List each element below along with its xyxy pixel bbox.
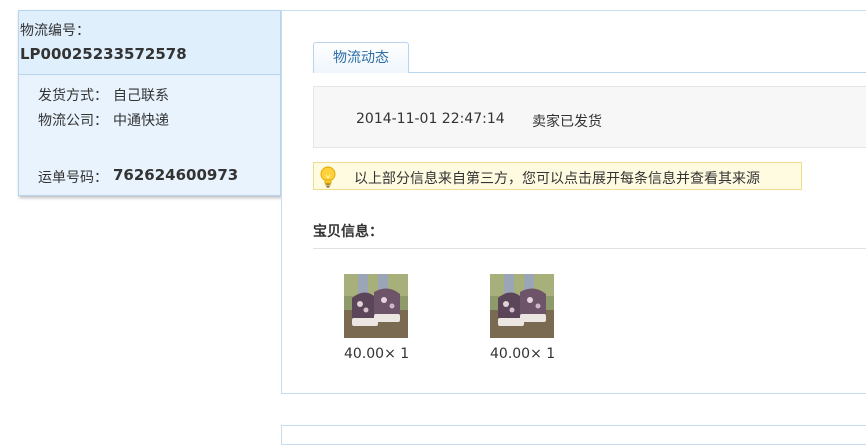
logistics-number-value: LP00025233572578 (20, 45, 187, 63)
event-time: 2014-11-01 22:47:14 (356, 111, 505, 127)
waybill-number-value[interactable]: 762624600973 (113, 166, 238, 184)
next-panel-edge (281, 425, 866, 445)
courier-company-value: 中通快递 (113, 113, 169, 129)
lightbulb-icon (319, 166, 337, 192)
tab-logistics-tracking[interactable]: 物流动态 (313, 42, 409, 73)
product-thumbnail[interactable] (490, 274, 554, 338)
waybill-number-label: 运单号码： (38, 170, 108, 186)
tracking-event-row[interactable]: 2014-11-01 22:47:14 卖家已发货 (313, 86, 866, 148)
product-divider (313, 248, 866, 249)
courier-company-label: 物流公司： (38, 113, 108, 129)
product-thumbnail[interactable] (344, 274, 408, 338)
product-item[interactable]: 40.00× 1 (490, 274, 555, 362)
ship-method-value: 自己联系 (113, 88, 169, 104)
third-party-notice: 以上部分信息来自第三方，您可以点击展开每条信息并查看其来源 (313, 162, 802, 190)
event-status: 卖家已发货 (532, 114, 602, 130)
notice-text: 以上部分信息来自第三方，您可以点击展开每条信息并查看其来源 (354, 171, 760, 187)
product-price-qty: 40.00× 1 (344, 346, 410, 362)
ship-method-label: 发货方式： (38, 88, 108, 104)
product-item[interactable]: 40.00× 1 (344, 274, 409, 362)
product-info-title: 宝贝信息： (313, 224, 383, 240)
product-price-qty: 40.00× 1 (490, 346, 556, 362)
logistics-number-label: 物流编号： (20, 23, 90, 39)
